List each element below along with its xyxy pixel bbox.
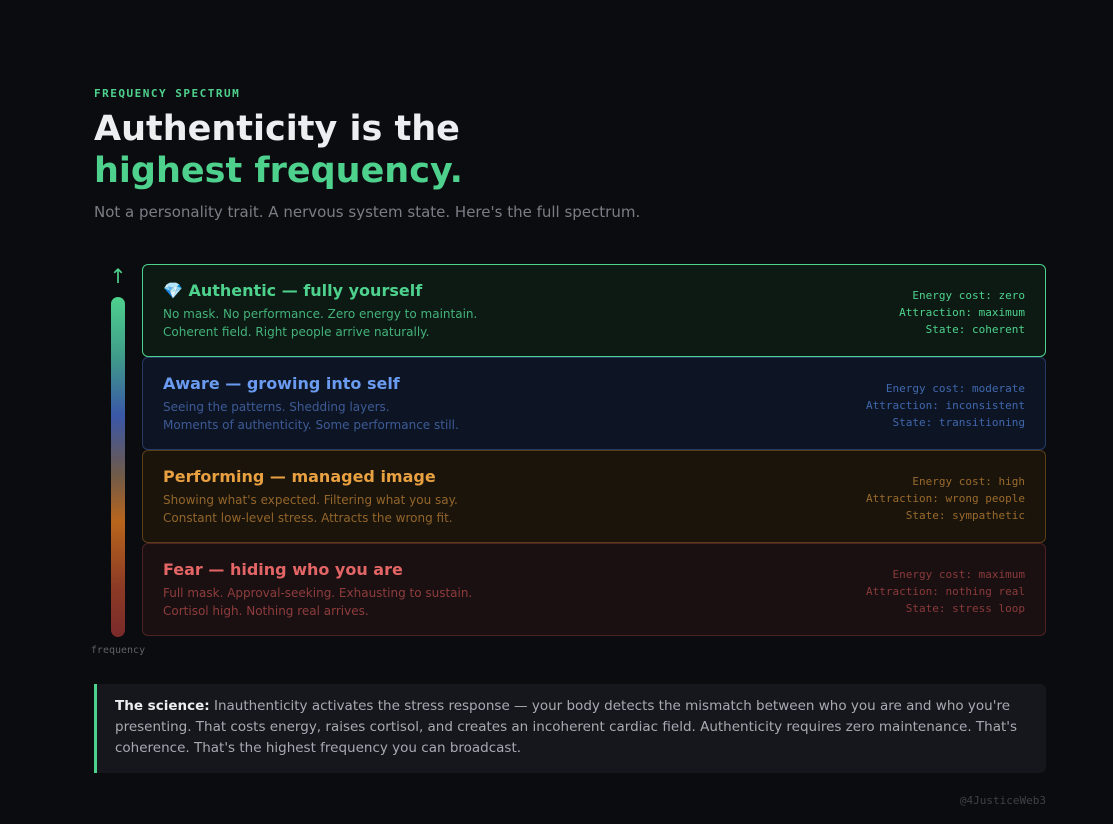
frequency-gradient-bar <box>111 297 125 637</box>
tier-fear: Fear — hiding who you are Full mask. App… <box>142 543 1046 636</box>
science-label: The science: <box>115 698 210 714</box>
tier-energy-cost: Energy cost: high <box>912 475 1025 488</box>
frequency-axis-label: frequency <box>90 645 146 656</box>
tier-desc-line: Seeing the patterns. Shedding layers. <box>163 400 390 414</box>
tier-meta: Energy cost: maximum Attraction: nothing… <box>866 566 1025 617</box>
tier-description: Seeing the patterns. Shedding layers. Mo… <box>163 398 459 434</box>
tier-attraction: Attraction: maximum <box>899 306 1025 319</box>
science-callout: The science: Inauthenticity activates th… <box>94 684 1046 773</box>
tier-energy-cost: Energy cost: zero <box>912 289 1025 302</box>
tier-desc-line: Cortisol high. Nothing real arrives. <box>163 604 369 618</box>
tier-name: 💎 Authentic — fully yourself <box>163 281 423 300</box>
tier-performing: Performing — managed image Showing what'… <box>142 450 1046 543</box>
tier-desc-line: Full mask. Approval-seeking. Exhausting … <box>163 586 473 600</box>
tier-description: Showing what's expected. Filtering what … <box>163 491 458 527</box>
tier-energy-cost: Energy cost: moderate <box>885 382 1025 395</box>
author-handle: @4JusticeWeb3 <box>959 794 1046 807</box>
tier-attraction: Attraction: inconsistent <box>866 399 1025 412</box>
science-text: Inauthenticity activates the stress resp… <box>115 698 1018 756</box>
tier-desc-line: Coherent field. Right people arrive natu… <box>163 325 430 339</box>
tier-attraction: Attraction: nothing real <box>866 585 1025 598</box>
tier-name: Performing — managed image <box>163 467 436 486</box>
tier-energy-cost: Energy cost: maximum <box>892 568 1025 581</box>
tier-authentic: 💎 Authentic — fully yourself No mask. No… <box>142 264 1046 357</box>
page: FREQUENCY SPECTRUM Authenticity is the h… <box>0 0 1113 824</box>
tier-description: Full mask. Approval-seeking. Exhausting … <box>163 584 472 620</box>
tier-aware: Aware — growing into self Seeing the pat… <box>142 357 1046 450</box>
tier-description: No mask. No performance. Zero energy to … <box>163 305 477 341</box>
tier-meta: Energy cost: moderate Attraction: incons… <box>866 380 1025 431</box>
eyebrow: FREQUENCY SPECTRUM <box>94 87 241 100</box>
tier-state: State: stress loop <box>905 602 1025 615</box>
tier-attraction: Attraction: wrong people <box>866 492 1025 505</box>
title-line-1: Authenticity is the <box>94 109 460 149</box>
tier-name: Fear — hiding who you are <box>163 560 403 579</box>
tier-state: State: sympathetic <box>905 509 1025 522</box>
subtitle: Not a personality trait. A nervous syste… <box>94 203 641 221</box>
tier-desc-line: Moments of authenticity. Some performanc… <box>163 418 459 432</box>
tier-state: State: coherent <box>925 323 1025 336</box>
tier-state: State: transitioning <box>892 416 1025 429</box>
tier-meta: Energy cost: zero Attraction: maximum St… <box>899 287 1025 338</box>
tier-desc-line: Showing what's expected. Filtering what … <box>163 493 458 507</box>
page-title: Authenticity is the highest frequency. <box>94 108 463 192</box>
tier-meta: Energy cost: high Attraction: wrong peop… <box>866 473 1025 524</box>
title-line-2: highest frequency. <box>94 151 463 191</box>
tier-name: Aware — growing into self <box>163 374 400 393</box>
tier-desc-line: Constant low-level stress. Attracts the … <box>163 511 453 525</box>
tier-desc-line: No mask. No performance. Zero energy to … <box>163 307 478 321</box>
arrow-up-icon: ↑ <box>109 264 127 288</box>
